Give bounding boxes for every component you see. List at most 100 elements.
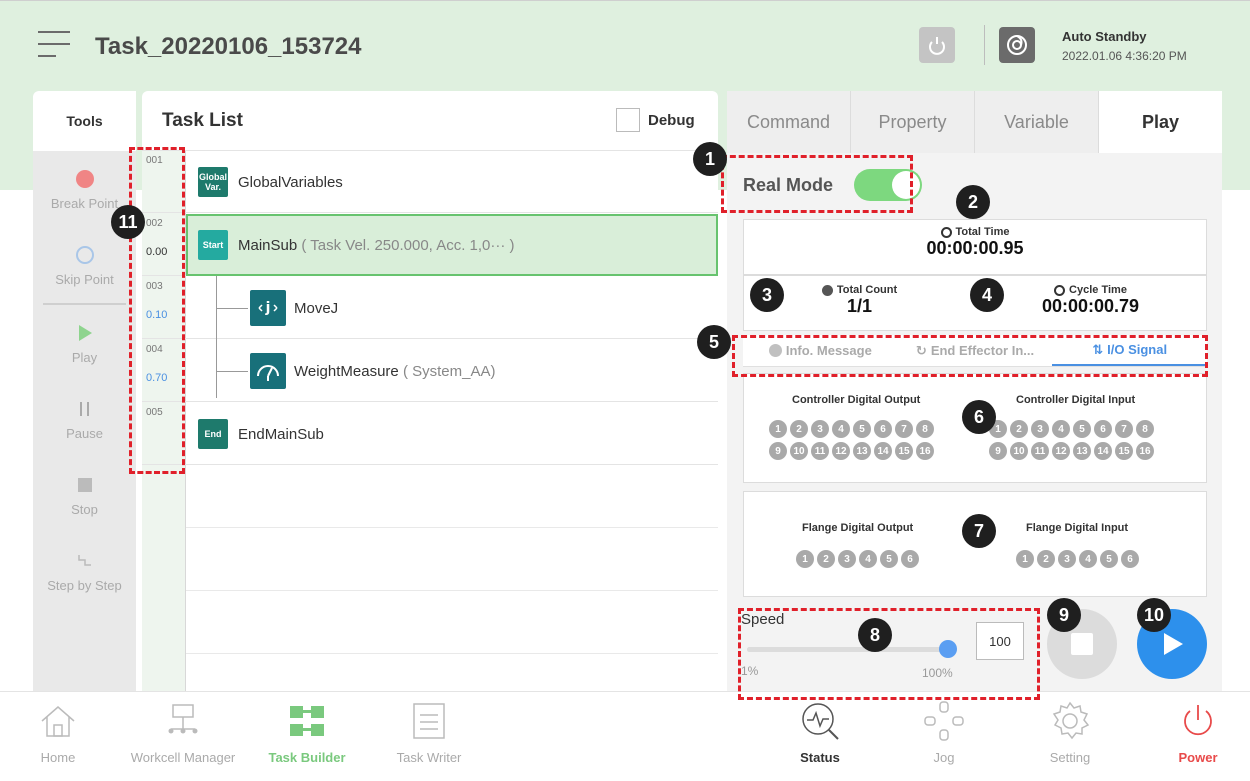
power-icon bbox=[1184, 705, 1212, 736]
tool-step-by-step[interactable]: Step by Step bbox=[33, 533, 136, 609]
callout-7: 7 bbox=[962, 514, 996, 548]
task-label: MainSub bbox=[238, 237, 298, 254]
global-var-icon: Global Var. bbox=[198, 167, 228, 197]
reset-button[interactable] bbox=[919, 27, 955, 63]
tool-stop[interactable]: Stop bbox=[33, 457, 136, 533]
tab-command[interactable]: Command bbox=[727, 91, 851, 153]
start-icon: Start bbox=[198, 230, 228, 260]
io-pin: 5 bbox=[880, 550, 898, 568]
io-pin: 6 bbox=[901, 550, 919, 568]
task-params: ( System_AA) bbox=[402, 363, 496, 380]
task-row[interactable]: 002 0.00 Start MainSub ( Task Vel. 250.0… bbox=[142, 214, 718, 276]
cycle-icon bbox=[1054, 284, 1066, 296]
annotation-box-real-mode bbox=[721, 155, 913, 213]
tools-title: Tools bbox=[33, 91, 136, 151]
tool-pause[interactable]: Pause bbox=[33, 381, 136, 457]
jog-icon bbox=[924, 701, 964, 741]
tool-label: Play bbox=[71, 349, 98, 365]
io-pin: 7 bbox=[1115, 420, 1133, 438]
nav-label: Workcell Manager bbox=[130, 750, 236, 765]
io-pin: 16 bbox=[1136, 442, 1154, 460]
cycle-time-caption: Cycle Time bbox=[975, 284, 1206, 296]
io-pin: 2 bbox=[817, 550, 835, 568]
tab-play[interactable]: Play bbox=[1099, 91, 1222, 153]
flange-output-pins: 123456 bbox=[796, 550, 919, 568]
io-pin: 12 bbox=[832, 442, 850, 460]
robot-status-label: Auto Standby bbox=[1062, 29, 1147, 44]
callout-5: 5 bbox=[697, 325, 731, 359]
weight-measure-icon bbox=[250, 353, 286, 389]
tree-connector bbox=[216, 276, 217, 398]
io-pin: 5 bbox=[853, 420, 871, 438]
nav-jog[interactable]: Jog bbox=[914, 692, 974, 781]
flange-output-label: Flange Digital Output bbox=[802, 522, 914, 534]
task-label-group: MainSub ( Task Vel. 250.000, Acc. 1,0···… bbox=[238, 237, 515, 254]
io-pin: 3 bbox=[838, 550, 856, 568]
status-icon bbox=[802, 703, 839, 740]
io-pin: 4 bbox=[832, 420, 850, 438]
empty-row bbox=[186, 592, 718, 654]
menu-icon[interactable] bbox=[38, 31, 70, 61]
debug-checkbox[interactable] bbox=[616, 108, 640, 132]
play-icon bbox=[1164, 633, 1183, 655]
flange-input-label: Flange Digital Input bbox=[1026, 522, 1129, 534]
task-list-panel: Task List Debug 001 Global Var. GlobalVa… bbox=[142, 91, 718, 691]
io-pin: 5 bbox=[1073, 420, 1091, 438]
io-pin: 1 bbox=[796, 550, 814, 568]
nav-home[interactable]: Home bbox=[30, 692, 86, 781]
io-pin: 13 bbox=[1073, 442, 1091, 460]
robot-status-button[interactable] bbox=[999, 27, 1035, 63]
total-time-value: 00:00:00.95 bbox=[926, 238, 1024, 258]
controller-input-pins-row1: 12345678 bbox=[989, 420, 1154, 438]
task-row[interactable]: 001 Global Var. GlobalVariables bbox=[142, 151, 718, 213]
tool-play[interactable]: Play bbox=[33, 305, 136, 381]
debug-label: Debug bbox=[648, 112, 695, 129]
task-row[interactable]: 005 End EndMainSub bbox=[142, 403, 718, 465]
task-label: MoveJ bbox=[294, 300, 339, 317]
controller-output-label: Controller Digital Output bbox=[792, 394, 921, 406]
nav-workcell-manager[interactable]: Workcell Manager bbox=[120, 692, 246, 781]
controller-input-pins-row2: 9 10 11 12 13 14 15 16 bbox=[989, 442, 1154, 460]
task-label-group: WeightMeasure ( System_AA) bbox=[294, 363, 495, 380]
callout-11: 11 bbox=[111, 205, 145, 239]
callout-4: 4 bbox=[970, 278, 1004, 312]
tool-label: Break Point bbox=[50, 195, 119, 211]
annotation-box-speed bbox=[738, 608, 1040, 700]
task-builder-icon bbox=[290, 706, 324, 736]
callout-3: 3 bbox=[750, 278, 784, 312]
io-pin: 6 bbox=[1121, 550, 1139, 568]
io-pin: 13 bbox=[853, 442, 871, 460]
io-pin: 10 bbox=[1010, 442, 1028, 460]
io-pin: 9 bbox=[769, 442, 787, 460]
nav-setting[interactable]: Setting bbox=[1040, 692, 1100, 781]
nav-status[interactable]: Status bbox=[790, 692, 850, 781]
tools-panel: Tools Break Point Skip Point Play Pause … bbox=[33, 91, 136, 691]
nav-label: Jog bbox=[933, 750, 955, 765]
nav-task-writer[interactable]: Task Writer bbox=[394, 692, 464, 781]
task-title: Task_20220106_153724 bbox=[95, 33, 362, 60]
workcell-icon bbox=[168, 704, 198, 734]
io-pin: 2 bbox=[1037, 550, 1055, 568]
io-pin: 4 bbox=[1052, 420, 1070, 438]
callout-8: 8 bbox=[858, 618, 892, 652]
bottom-navigation: Home Workcell Manager Task Builder Task … bbox=[0, 691, 1250, 781]
io-pin: 5 bbox=[1100, 550, 1118, 568]
home-icon bbox=[41, 706, 75, 737]
pause-icon bbox=[79, 401, 89, 416]
io-pin: 3 bbox=[1058, 550, 1076, 568]
task-label: EndMainSub bbox=[238, 426, 324, 443]
gear-icon bbox=[1052, 701, 1090, 740]
flange-input-pins: 123456 bbox=[1016, 550, 1139, 568]
tab-variable[interactable]: Variable bbox=[975, 91, 1099, 153]
callout-2: 2 bbox=[956, 185, 990, 219]
tab-property[interactable]: Property bbox=[851, 91, 975, 153]
io-pin: 1 bbox=[1016, 550, 1034, 568]
panel-tabs: Command Property Variable Play bbox=[727, 91, 1222, 153]
cycle-time-value: 00:00:00.79 bbox=[1041, 296, 1140, 316]
nav-power[interactable]: Power bbox=[1168, 692, 1228, 781]
count-icon bbox=[821, 284, 833, 296]
annotation-box-line-numbers bbox=[129, 147, 185, 474]
empty-row bbox=[186, 466, 718, 528]
tool-skip-point[interactable]: Skip Point bbox=[33, 227, 136, 303]
nav-task-builder[interactable]: Task Builder bbox=[264, 692, 350, 781]
